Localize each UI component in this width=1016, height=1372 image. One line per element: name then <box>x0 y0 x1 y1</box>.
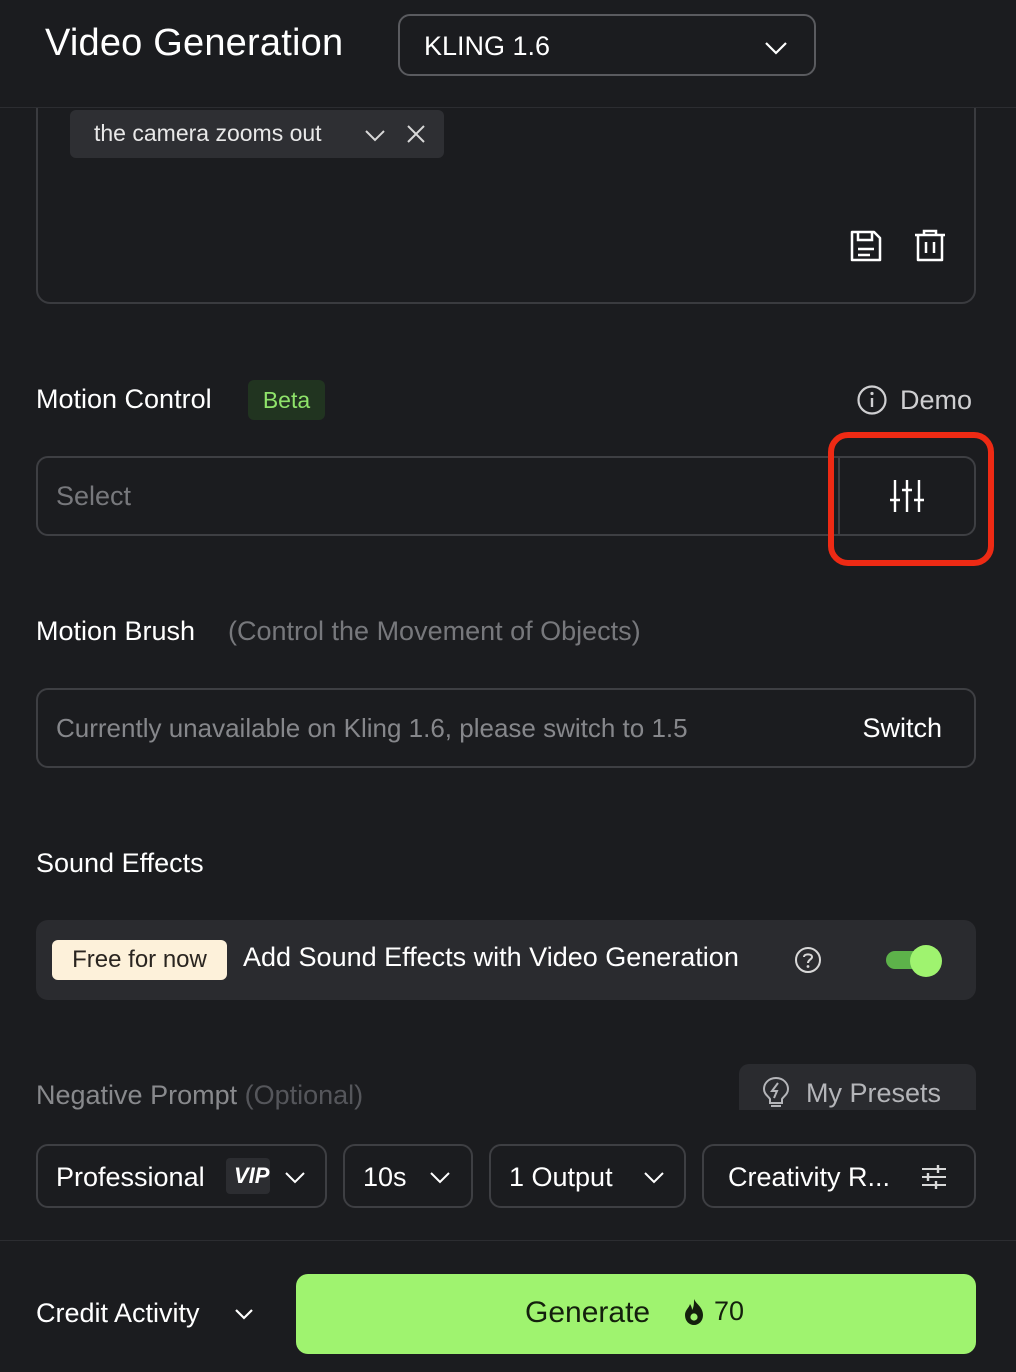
model-select-value: KLING 1.6 <box>424 31 551 61</box>
generate-label: Generate <box>525 1296 651 1329</box>
credit-activity-label: Credit Activity <box>36 1298 200 1328</box>
sound-effects-title: Sound Effects <box>36 848 204 878</box>
toggle-knob <box>910 945 942 977</box>
motion-brush-title: Motion Brush <box>36 616 196 646</box>
chevron-down-icon <box>765 42 787 55</box>
lightbulb-icon <box>762 1076 790 1107</box>
model-select[interactable]: KLING 1.6 <box>398 14 816 76</box>
creativity-label: Creativity R... <box>728 1162 891 1192</box>
negative-prompt-label: Negative Prompt <box>36 1080 238 1110</box>
outputs-label: 1 Output <box>509 1162 613 1192</box>
motion-control-title: Motion Control <box>36 384 212 414</box>
save-icon[interactable] <box>848 228 884 264</box>
generate-cost: 70 <box>714 1296 745 1326</box>
sound-effects-label: Add Sound Effects with Video Generation <box>243 942 739 972</box>
info-icon <box>857 385 887 415</box>
creativity-button[interactable]: Creativity R... <box>702 1144 976 1208</box>
highlight-box <box>828 432 994 566</box>
vip-badge: VIP <box>226 1158 270 1194</box>
help-icon[interactable] <box>794 946 822 974</box>
negative-prompt-optional: (Optional) <box>244 1080 364 1110</box>
footer-divider <box>0 1240 1016 1241</box>
page-title: Video Generation <box>45 22 344 64</box>
prompt-tag[interactable]: the camera zooms out <box>70 110 444 158</box>
prompt-tag-label: the camera zooms out <box>94 120 322 146</box>
chevron-down-icon <box>430 1172 450 1184</box>
mode-label: Professional <box>56 1162 205 1192</box>
demo-label: Demo <box>900 385 973 415</box>
credit-activity-button[interactable]: Credit Activity <box>36 1298 253 1329</box>
settings-sliders-icon <box>922 1165 946 1189</box>
scroll-mask <box>0 1110 1016 1140</box>
negative-prompt-title: Negative Prompt (Optional) <box>36 1080 363 1111</box>
free-badge: Free for now <box>52 940 227 980</box>
motion-brush-subtitle: (Control the Movement of Objects) <box>228 616 641 646</box>
demo-link[interactable]: Demo <box>856 384 972 418</box>
outputs-select[interactable]: 1 Output <box>489 1144 686 1208</box>
generate-button[interactable]: Generate 70 <box>296 1274 976 1354</box>
chevron-down-icon <box>235 1309 253 1320</box>
header: Video Generation KLING 1.6 <box>0 0 1016 108</box>
close-icon[interactable] <box>406 124 426 144</box>
trash-icon[interactable] <box>913 228 947 264</box>
my-presets-button[interactable]: My Presets <box>739 1064 976 1114</box>
sound-effects-toggle[interactable] <box>886 945 944 977</box>
my-presets-label: My Presets <box>806 1078 942 1108</box>
switch-button[interactable]: Switch <box>862 713 942 744</box>
motion-brush-message: Currently unavailable on Kling 1.6, plea… <box>56 713 688 743</box>
motion-brush-box: Currently unavailable on Kling 1.6, plea… <box>36 688 976 768</box>
duration-label: 10s <box>363 1162 407 1192</box>
duration-select[interactable]: 10s <box>343 1144 473 1208</box>
flame-icon <box>685 1299 703 1325</box>
chevron-down-icon <box>644 1172 664 1184</box>
motion-control-placeholder: Select <box>56 481 132 511</box>
vip-badge-label: VIP <box>234 1163 270 1188</box>
chevron-down-icon[interactable] <box>364 124 386 146</box>
sound-effects-row: Free for now Add Sound Effects with Vide… <box>36 920 976 1000</box>
beta-badge: Beta <box>248 380 325 420</box>
mode-select[interactable]: Professional VIP <box>36 1144 327 1208</box>
chevron-down-icon <box>285 1172 305 1184</box>
